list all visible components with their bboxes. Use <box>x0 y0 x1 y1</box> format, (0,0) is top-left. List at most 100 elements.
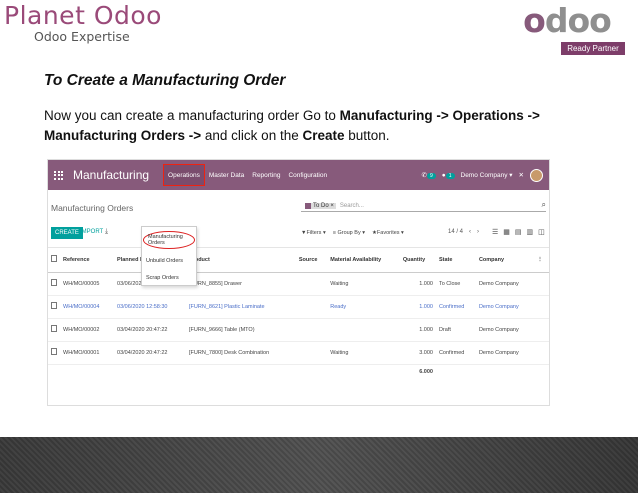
activity-count: 1 <box>445 172 455 179</box>
filters-button[interactable]: ▼Filters ▾ <box>301 230 326 236</box>
menu-reporting[interactable]: Reporting <box>248 160 284 190</box>
graph-view-icon[interactable]: ◫ <box>538 228 545 236</box>
dropdown-scrap-orders[interactable]: Scrap Orders <box>142 273 196 283</box>
cell-company: Demo Company <box>475 341 535 365</box>
optional-columns-icon[interactable]: ⋮ <box>534 248 549 273</box>
row-checkbox <box>48 295 60 319</box>
import-button[interactable]: IMPORT <box>80 229 103 235</box>
cell-planned-date: 03/04/2020 20:47:22 <box>114 318 187 342</box>
chat-icon[interactable]: ✆ 9 <box>422 171 436 179</box>
table-row[interactable]: WH/MO/00002 03/04/2020 20:47:22 [FURN_9666… <box>48 318 549 342</box>
breadcrumb: Manufacturing Orders <box>51 203 134 213</box>
pager-next-icon[interactable]: › <box>477 229 479 235</box>
col-availability[interactable]: Material Availability <box>327 248 400 273</box>
cell-availability: Ready <box>327 295 400 319</box>
row-checkbox <box>48 318 60 342</box>
cell-company: Demo Company <box>475 318 535 342</box>
cell-quantity: 3.000 <box>399 341 436 365</box>
cell-availability <box>327 318 400 342</box>
cell-company: Demo Company <box>475 272 535 296</box>
operations-dropdown: Manufacturing Orders Unbuild Orders Scra… <box>141 226 197 286</box>
menu-operations[interactable]: Operations <box>163 164 205 186</box>
cell-empty <box>534 318 549 342</box>
odoo-navbar: Manufacturing Operations Master Data Rep… <box>48 160 549 190</box>
table-header: Reference Planned Date ▲ Product Source … <box>48 248 549 273</box>
total-quantity: 6.000 <box>419 369 433 376</box>
col-state[interactable]: State <box>435 248 476 273</box>
select-all-checkbox[interactable] <box>51 255 57 263</box>
odoo-logo: odoo <box>523 1 612 40</box>
col-source[interactable]: Source <box>295 248 328 273</box>
col-reference[interactable]: Reference <box>60 248 115 273</box>
odoo-screenshot: Manufacturing Operations Master Data Rep… <box>47 159 550 406</box>
row-checkbox[interactable] <box>51 325 57 332</box>
kanban-view-icon[interactable]: ▦ <box>503 228 510 236</box>
cell-empty <box>534 341 549 365</box>
cell-availability: Waiting <box>327 272 400 296</box>
slide-instructions: Now you can create a manufacturing order… <box>44 108 540 143</box>
apps-menu-icon[interactable] <box>54 170 63 180</box>
row-checkbox <box>48 341 60 365</box>
row-checkbox[interactable] <box>51 279 57 286</box>
favorites-button[interactable]: ★Favorites ▾ <box>372 230 404 236</box>
search-facet-todo[interactable]: To Do × <box>305 202 336 209</box>
cell-quantity: 1.000 <box>399 272 436 296</box>
search-icon[interactable]: ⌕ <box>542 200 546 210</box>
calendar-view-icon[interactable]: ▤ <box>515 228 522 236</box>
cell-product: [FURN_9666] Table (MTO) <box>186 318 296 342</box>
cell-planned-date: 03/04/2020 20:47:22 <box>114 341 187 365</box>
chat-count: 9 <box>427 173 436 179</box>
cell-state: Draft <box>435 318 476 342</box>
control-panel: Manufacturing Orders CREATE IMPORT ⤓ To … <box>48 190 549 286</box>
row-checkbox <box>48 272 60 296</box>
activity-icon[interactable]: ● 1 <box>442 172 455 179</box>
search-input[interactable]: Search... <box>340 203 364 209</box>
menu-master-data[interactable]: Master Data <box>205 160 248 190</box>
user-avatar[interactable] <box>530 168 543 182</box>
table-row[interactable]: WH/MO/0000503/06/2020 13:00:47[FURN_8855… <box>48 272 549 296</box>
cell-product: [FURN_8855] Drawer <box>186 272 296 296</box>
planet-odoo-logo: Planet Odoo Odoo Expertise <box>4 2 162 44</box>
list-view-icon[interactable]: ☰ <box>492 228 498 236</box>
col-quantity[interactable]: Quantity <box>399 248 436 273</box>
cell-reference: WH/MO/00002 <box>60 318 115 342</box>
cell-source <box>295 341 328 365</box>
row-checkbox[interactable] <box>51 348 57 355</box>
app-name[interactable]: Manufacturing <box>73 168 149 182</box>
close-icon[interactable]: ✕ <box>519 171 524 179</box>
cell-planned-date: 03/06/2020 12:58:30 <box>114 295 187 319</box>
menu-configuration[interactable]: Configuration <box>284 160 331 190</box>
cell-quantity: 1.000 <box>399 295 436 319</box>
cell-state: Confirmed <box>435 341 476 365</box>
cell-quantity: 1.000 <box>399 318 436 342</box>
dropdown-unbuild-orders[interactable]: Unbuild Orders <box>142 256 196 266</box>
create-button[interactable]: CREATE <box>51 227 83 239</box>
slide-title: To Create a Manufacturing Order <box>44 72 286 89</box>
pivot-view-icon[interactable]: ▥ <box>527 228 534 236</box>
odoo-partner-logo: odoo Ready Partner <box>502 4 632 56</box>
row-checkbox[interactable] <box>51 302 57 309</box>
cell-availability: Waiting <box>327 341 400 365</box>
cell-empty <box>534 272 549 296</box>
cell-state: To Close <box>435 272 476 296</box>
footer-shade <box>0 437 638 493</box>
company-switcher[interactable]: Demo Company ▾ <box>461 171 513 179</box>
orders-table: Reference Planned Date ▲ Product Source … <box>48 248 549 380</box>
col-company[interactable]: Company <box>475 248 535 273</box>
cell-source <box>295 272 328 296</box>
totals-row: 6.000 <box>48 364 549 380</box>
planet-odoo-tagline: Odoo Expertise <box>34 29 130 44</box>
cell-state: Confirmed <box>435 295 476 319</box>
download-icon[interactable]: ⤓ <box>105 228 108 236</box>
dropdown-manufacturing-orders[interactable]: Manufacturing Orders <box>143 231 195 249</box>
table-row[interactable]: WH/MO/00001 03/04/2020 20:47:22 [FURN_7800… <box>48 341 549 365</box>
search-bar[interactable]: To Do × Search... <box>301 200 546 212</box>
col-product[interactable]: Product <box>186 248 296 273</box>
cell-product: [FURN_8621] Plastic Laminate <box>186 295 296 319</box>
table-row[interactable]: WH/MO/00004 03/06/2020 12:58:30 [FURN_8621… <box>48 295 549 319</box>
pager-prev-icon[interactable]: ‹ <box>469 229 471 235</box>
planet-odoo-name: Planet Odoo <box>4 1 162 30</box>
cell-reference: WH/MO/00001 <box>60 341 115 365</box>
group-by-button[interactable]: ≡ Group By ▾ <box>333 230 365 236</box>
pager-value[interactable]: 14 / 4 <box>448 229 463 235</box>
